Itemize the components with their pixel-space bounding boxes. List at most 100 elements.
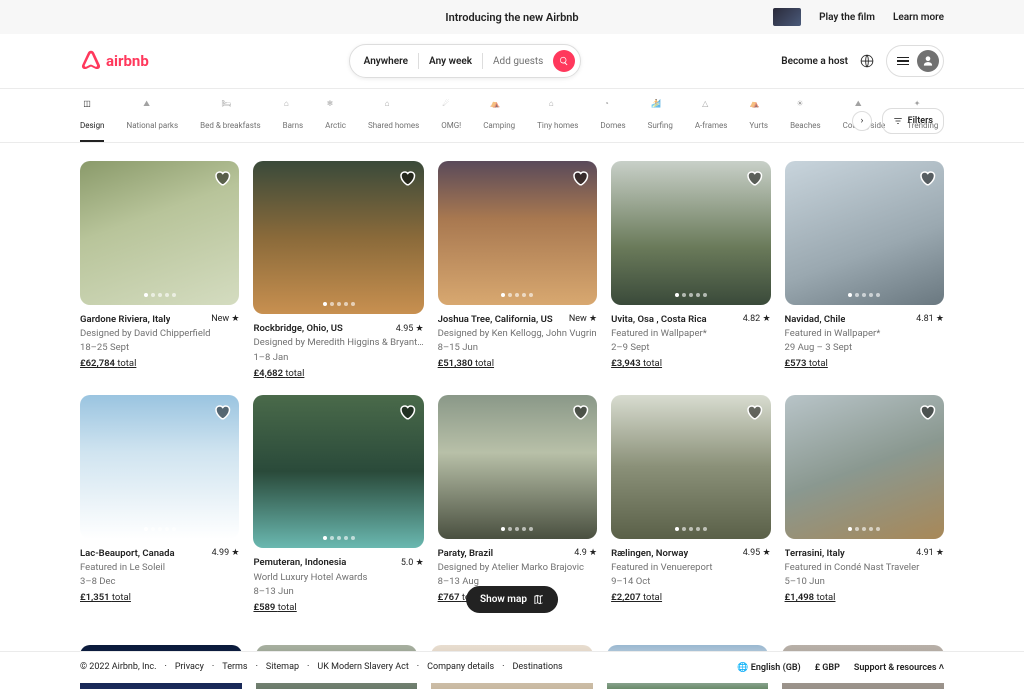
listing-subtitle: Featured in Wallpaper* xyxy=(611,327,770,341)
listing-rating: New ★ xyxy=(211,313,239,327)
copyright: © 2022 Airbnb, Inc. xyxy=(80,662,156,673)
search-bar[interactable]: Anywhere Any week Add guests xyxy=(349,44,582,78)
listing-rating: 5.0 ★ xyxy=(401,557,424,571)
footer-language[interactable]: 🌐 English (GB) xyxy=(737,663,800,673)
listing-card[interactable]: Rockbridge, Ohio, US4.95 ★Designed by Me… xyxy=(253,161,423,381)
listing-image[interactable] xyxy=(785,395,944,539)
category-a-frames[interactable]: △A-frames xyxy=(695,99,728,142)
category-yurts[interactable]: ⛺Yurts xyxy=(749,99,768,142)
category-national-parks[interactable]: ⛰National parks xyxy=(126,99,178,142)
listing-title: Navidad, Chile xyxy=(785,313,846,327)
listing-card[interactable]: Rælingen, Norway4.95 ★Featured in Venuer… xyxy=(611,395,770,615)
footer-link[interactable]: Company details xyxy=(427,662,494,673)
category-domes[interactable]: ◔Domes xyxy=(600,99,625,142)
scroll-right-button[interactable]: › xyxy=(852,111,872,131)
header: airbnb Anywhere Any week Add guests Beco… xyxy=(0,34,1024,89)
wishlist-button[interactable] xyxy=(571,403,589,421)
logo[interactable]: airbnb xyxy=(80,50,149,72)
listing-card[interactable]: Uvita, Osa , Costa Rica4.82 ★Featured in… xyxy=(611,161,770,381)
play-film-link[interactable]: Play the film xyxy=(819,12,875,23)
listing-price: £3,943 total xyxy=(611,357,770,371)
listings-grid: Gardone Riviera, ItalyNew ★Designed by D… xyxy=(0,143,1024,645)
category-bed-breakfasts[interactable]: 🛏Bed & breakfasts xyxy=(200,99,260,142)
listing-price: £573 total xyxy=(785,357,944,371)
listing-image[interactable] xyxy=(611,395,770,539)
search-icon xyxy=(559,56,569,66)
search-where[interactable]: Anywhere xyxy=(364,56,408,67)
wishlist-button[interactable] xyxy=(398,169,416,187)
search-when[interactable]: Any week xyxy=(429,56,472,67)
listing-card[interactable]: Joshua Tree, California, USNew ★Designed… xyxy=(438,161,597,381)
wishlist-button[interactable] xyxy=(918,403,936,421)
filters-button[interactable]: Filters xyxy=(882,108,944,134)
listing-card[interactable]: Pemuteran, Indonesia5.0 ★World Luxury Ho… xyxy=(253,395,423,615)
category-shared-homes[interactable]: ⌂Shared homes xyxy=(368,99,419,142)
listing-card[interactable]: Paraty, Brazil4.9 ★Designed by Atelier M… xyxy=(438,395,597,615)
listing-subtitle: Designed by Meredith Higgins & Bryant… xyxy=(253,336,423,350)
search-button[interactable] xyxy=(553,50,575,72)
listing-dates: 29 Aug – 3 Sept xyxy=(785,341,944,355)
listing-subtitle: Featured in Le Soleil xyxy=(80,561,239,575)
listing-card[interactable]: Navidad, Chile4.81 ★Featured in Wallpape… xyxy=(785,161,944,381)
learn-more-link[interactable]: Learn more xyxy=(893,12,944,23)
footer-link[interactable]: Privacy xyxy=(175,662,204,673)
category-arctic[interactable]: ❄Arctic xyxy=(325,99,346,142)
wishlist-button[interactable] xyxy=(745,169,763,187)
footer-currency[interactable]: £ GBP xyxy=(815,663,840,673)
listing-image[interactable] xyxy=(438,161,597,305)
listing-price: £62,784 total xyxy=(80,357,239,371)
listing-title: Terrasini, Italy xyxy=(785,547,845,561)
category-icon: ◔ xyxy=(604,99,622,117)
category-icon: ⌂ xyxy=(284,99,302,117)
category-surfing[interactable]: 🏄Surfing xyxy=(648,99,673,142)
show-map-button[interactable]: Show map xyxy=(466,586,558,613)
wishlist-button[interactable] xyxy=(745,403,763,421)
listing-title: Rælingen, Norway xyxy=(611,547,688,561)
category-omg-[interactable]: ☄OMG! xyxy=(441,99,461,142)
footer-support[interactable]: Support & resources ˄ xyxy=(854,662,944,673)
listing-image[interactable] xyxy=(611,161,770,305)
listing-card[interactable]: Terrasini, Italy4.91 ★Featured in Condé … xyxy=(785,395,944,615)
listing-image[interactable] xyxy=(253,395,423,548)
listing-subtitle: Featured in Condé Nast Traveler xyxy=(785,561,944,575)
listing-price: £589 total xyxy=(253,601,423,615)
listing-image[interactable] xyxy=(80,395,239,539)
listing-subtitle: Designed by Atelier Marko Brajovic xyxy=(438,561,597,575)
category-icon: ❄ xyxy=(327,99,345,117)
category-design[interactable]: ◫Design xyxy=(80,99,104,142)
listing-image[interactable] xyxy=(785,161,944,305)
listing-title: Joshua Tree, California, US xyxy=(438,313,553,327)
footer: © 2022 Airbnb, Inc. · Privacy · Terms · … xyxy=(0,651,1024,683)
video-thumbnail[interactable] xyxy=(773,8,801,26)
listing-dates: 8–13 Jun xyxy=(253,585,423,599)
wishlist-button[interactable] xyxy=(213,169,231,187)
profile-menu[interactable] xyxy=(886,45,944,77)
category-icon: 🛏 xyxy=(221,99,239,117)
category-beaches[interactable]: ☀Beaches xyxy=(790,99,821,142)
footer-link[interactable]: UK Modern Slavery Act xyxy=(317,662,408,673)
footer-link[interactable]: Destinations xyxy=(513,662,563,673)
listing-card[interactable]: Gardone Riviera, ItalyNew ★Designed by D… xyxy=(80,161,239,381)
wishlist-button[interactable] xyxy=(398,403,416,421)
footer-link[interactable]: Sitemap xyxy=(266,662,299,673)
listing-title: Uvita, Osa , Costa Rica xyxy=(611,313,707,327)
listing-image[interactable] xyxy=(80,161,239,305)
category-tiny-homes[interactable]: ⌂Tiny homes xyxy=(537,99,578,142)
wishlist-button[interactable] xyxy=(918,169,936,187)
search-who[interactable]: Add guests xyxy=(493,56,543,67)
globe-icon[interactable] xyxy=(860,54,874,68)
avatar-icon xyxy=(917,50,939,72)
category-barns[interactable]: ⌂Barns xyxy=(283,99,304,142)
listing-card[interactable]: Lac-Beauport, Canada4.99 ★Featured in Le… xyxy=(80,395,239,615)
listing-image[interactable] xyxy=(253,161,423,314)
listing-image[interactable] xyxy=(438,395,597,539)
category-camping[interactable]: ⛺Camping xyxy=(483,99,515,142)
map-icon xyxy=(533,594,544,605)
become-host-link[interactable]: Become a host xyxy=(781,56,848,67)
wishlist-button[interactable] xyxy=(571,169,589,187)
listing-rating: 4.99 ★ xyxy=(212,547,240,561)
wishlist-button[interactable] xyxy=(213,403,231,421)
category-icon: ⛰ xyxy=(143,99,161,117)
footer-link[interactable]: Terms xyxy=(222,662,247,673)
listing-subtitle: World Luxury Hotel Awards xyxy=(253,571,423,585)
